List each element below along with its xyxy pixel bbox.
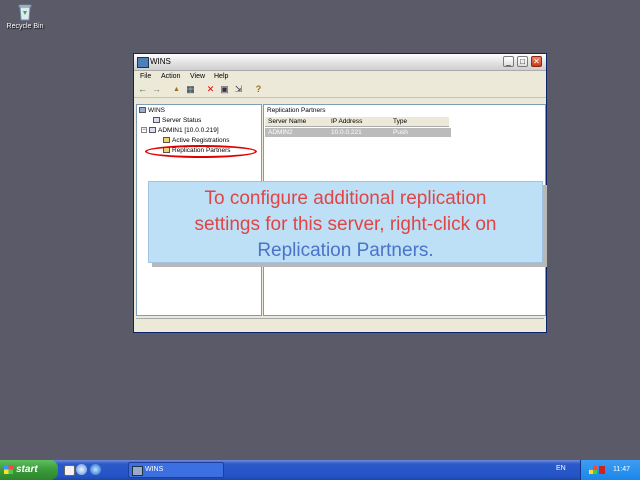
menu-help[interactable]: Help <box>214 73 228 80</box>
column-header-ip-address[interactable]: IP Address <box>331 118 362 125</box>
callout-line-3: Replication Partners. <box>257 240 434 261</box>
recycle-bin-desktop-icon[interactable]: Recycle Bin <box>6 2 44 30</box>
table-row[interactable]: ADMIN2 10.0.0.221 Push <box>265 128 451 137</box>
list-header: Server Name IP Address Type <box>265 117 449 127</box>
instruction-callout: To configure additional replication sett… <box>148 181 543 263</box>
system-tray: 11:47 <box>580 460 640 480</box>
delete-icon[interactable]: ✕ <box>206 85 215 94</box>
properties-icon[interactable]: ▣ <box>220 85 229 94</box>
internet-explorer-icon[interactable] <box>90 464 101 475</box>
tree-item-admin1-label: ADMIN1 [10.0.0.219] <box>158 127 219 134</box>
tree-item-wins[interactable]: WINS <box>139 107 165 114</box>
forward-arrow-icon[interactable]: → <box>152 85 161 94</box>
active-registrations-icon <box>163 137 170 144</box>
start-label: start <box>16 464 38 475</box>
menu-file[interactable]: File <box>140 73 151 80</box>
tree-item-server-status-label: Server Status <box>162 117 202 124</box>
taskbar-item-wins[interactable]: WINS <box>128 462 224 478</box>
recycle-bin-label: Recycle Bin <box>6 23 44 30</box>
show-hide-tree-icon[interactable]: ▦ <box>186 85 195 94</box>
callout-line-2: settings for this server, right-click on <box>194 214 497 235</box>
callout-line-1: To configure additional replication <box>204 188 487 209</box>
menu-action[interactable]: Action <box>161 73 180 80</box>
media-player-icon[interactable] <box>76 464 87 475</box>
toolbar: ← → ▲ ▦ ✕ ▣ ⇲ ? <box>134 83 546 98</box>
tree-item-admin1[interactable]: − ADMIN1 [10.0.0.219] <box>141 127 219 134</box>
cell-type: Push <box>393 129 408 136</box>
column-header-server-name[interactable]: Server Name <box>268 118 306 125</box>
tree-item-wins-label: WINS <box>148 107 165 114</box>
menu-bar: File Action View Help <box>134 71 546 83</box>
maximize-button[interactable]: □ <box>517 56 528 67</box>
tree-item-server-status[interactable]: Server Status <box>153 117 201 124</box>
back-arrow-icon[interactable]: ← <box>138 85 147 94</box>
tray-network-icon[interactable] <box>589 466 597 474</box>
wins-app-icon <box>137 57 149 68</box>
up-folder-icon[interactable]: ▲ <box>172 85 181 94</box>
clock: 11:47 <box>613 466 630 473</box>
language-indicator[interactable]: EN <box>556 465 566 472</box>
details-title: Replication Partners <box>267 107 326 114</box>
menu-view[interactable]: View <box>190 73 205 80</box>
start-button[interactable]: start <box>0 460 58 480</box>
taskbar: start WINS EN 11:47 <box>0 460 640 480</box>
tree-item-active-registrations-label: Active Registrations <box>172 137 230 144</box>
window-titlebar[interactable]: WINS _ □ ✕ <box>134 54 546 71</box>
export-list-icon[interactable]: ⇲ <box>234 85 243 94</box>
tray-volume-icon[interactable] <box>599 466 605 474</box>
recycle-bin-icon <box>15 2 35 22</box>
collapse-toggle-icon[interactable]: − <box>141 127 147 134</box>
status-bar <box>136 318 544 331</box>
windows-flag-icon <box>4 465 13 474</box>
wins-node-icon <box>139 107 146 114</box>
show-desktop-icon[interactable] <box>64 465 75 476</box>
column-header-type[interactable]: Type <box>393 118 407 125</box>
highlight-ellipse <box>145 145 257 158</box>
taskbar-item-label: WINS <box>145 466 164 473</box>
server-icon <box>149 127 156 134</box>
close-button[interactable]: ✕ <box>531 56 542 67</box>
help-icon[interactable]: ? <box>254 85 263 94</box>
server-status-icon <box>153 117 160 124</box>
tree-item-active-registrations[interactable]: Active Registrations <box>163 137 229 144</box>
cell-ip-address: 10.0.0.221 <box>331 129 362 136</box>
minimize-button[interactable]: _ <box>503 56 514 67</box>
window-title: WINS <box>150 57 171 66</box>
wins-task-icon <box>132 466 143 476</box>
cell-server-name: ADMIN2 <box>268 129 293 136</box>
